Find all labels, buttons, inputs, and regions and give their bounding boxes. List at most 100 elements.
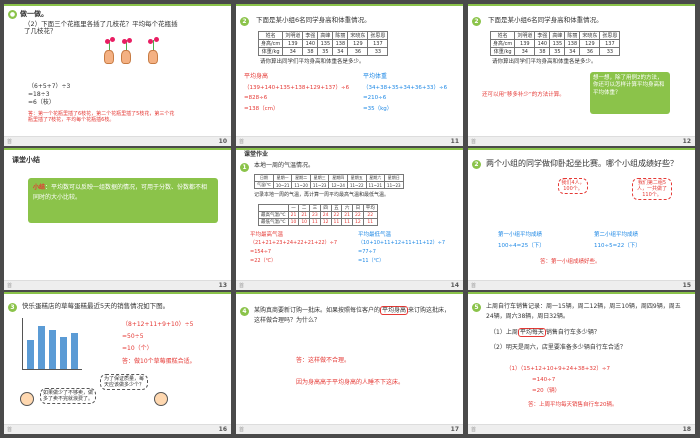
cook-illustration — [20, 392, 34, 406]
grid-cell: 10 — [298, 218, 311, 226]
footer-label: 首 — [471, 427, 477, 433]
slide-accent-bar — [236, 4, 463, 6]
slide-13[interactable]: 课堂小结 小结：平均数可以反映一组数据的情况，可用于分数、份数都不相同时的大小比… — [4, 148, 231, 290]
table-cell: 身高/cm — [489, 39, 516, 48]
question-text: 本地一周的气温情况。 — [254, 162, 315, 169]
slide-11[interactable]: 2 下面是某小组6名同学身高和体重情况。 姓名 刘明道 李强 高峰 陈丽 宋晓东… — [236, 4, 463, 146]
grid-cell: 最高气温/℃ — [258, 211, 289, 219]
speech-bubble-boy: 为了保证质量，每天应该做多少个？ — [100, 374, 148, 390]
instruction-text: 记录本地一周的气温，再计算一周平均最高气温和最低气温。 — [254, 192, 390, 198]
avg-high-head: 平均最高气温 — [250, 232, 284, 238]
table-cell: 137 — [367, 39, 389, 48]
slide-17[interactable]: 4 某购真商要新订购一批床。如果按照每位客户的 平均身高 来订购这批床，这样做合理吗… — [236, 292, 463, 434]
slide-12[interactable]: 2 下面是某小组6名同学身高和体重情况。 姓名 刘明道 李强 高峰 陈丽 宋晓东… — [468, 4, 695, 146]
table-header-cell: 李强 — [534, 31, 551, 40]
slide-footer: 首 10 — [4, 136, 231, 146]
table-header-cell: 宋晓东 — [579, 31, 601, 40]
slide-page-number: 14 — [450, 282, 459, 289]
table-cell: 12~24 — [328, 181, 348, 189]
table-header-cell: 星期五 — [346, 174, 367, 182]
slide-accent-bar — [236, 292, 463, 294]
calc-line: （1）（15+12+10+9+24+38+32）÷7 — [506, 366, 610, 372]
table-header-cell: 李强 — [302, 31, 319, 40]
slide-title: 课堂作业 — [244, 151, 269, 158]
slide-page-number: 17 — [450, 426, 459, 433]
slide-footer: 首 14 — [236, 280, 463, 290]
table-header-cell: 星期一 — [272, 174, 293, 182]
table-header-cell: 陈丽 — [564, 31, 581, 40]
question-1: （1）上周 平均每天 销售自行车多少辆？ — [490, 328, 600, 337]
grid-header-cell: 平均 — [362, 204, 378, 212]
table-cell: 138 — [564, 39, 581, 48]
slide-footer: 首 18 — [468, 424, 695, 434]
slide-18[interactable]: 5 上周自行车销售记录：周一15辆，周二12辆，周三10辆，周四9辆，周五24辆… — [468, 292, 695, 434]
temperature-grid: 一 二 三 四 五 六 日 平均 最高气温/℃ 21 21 23 24 22 2… — [258, 204, 378, 226]
table-header-cell: 星期日 — [384, 174, 404, 182]
highlight-per-day: 平均每天 — [517, 328, 546, 337]
slide-10[interactable]: ● 做一做。 （2）下面三个花瓶里各插了几枝花？平均每个花瓶插了几枝花？ （6+… — [4, 4, 231, 146]
question-number-badge: 4 — [240, 307, 249, 316]
calc-line: =20（辆） — [532, 388, 561, 394]
slide-footer: 首 13 — [4, 280, 231, 290]
table-header-cell: 刘明道 — [282, 31, 304, 40]
table-header-cell: 星期四 — [328, 174, 348, 182]
slide-footer: 首 16 — [4, 424, 231, 434]
slide-title: 两个小组的同学做仰卧起坐比赛。哪个小组成绩好些？ — [486, 159, 678, 168]
table-cell: 135 — [317, 39, 334, 48]
table-header-cell: 日期 — [254, 174, 274, 182]
calc-line: =140÷7 — [532, 377, 556, 383]
table-cell: 体重/kg — [257, 47, 284, 56]
avg-height-head: 平均身高 — [244, 73, 269, 80]
slide-footer: 首 15 — [468, 280, 695, 290]
footer-label: 首 — [239, 139, 245, 145]
bar — [38, 326, 45, 369]
grid-cell: 23 — [309, 211, 321, 219]
table-cell: 138 — [332, 39, 349, 48]
slide-page-number: 13 — [218, 282, 227, 289]
table-cell: 33 — [599, 47, 621, 56]
summary-text: ：平均数可以反映一组数据的情况，可用于分数、份数都不相同时的大小比较。 — [33, 184, 208, 201]
summary-box: 小结：平均数可以反映一组数据的情况，可用于分数、份数都不相同时的大小比较。 — [28, 178, 218, 223]
table-cell: 135 — [549, 39, 566, 48]
answer-text: 答：这样做不合理。 — [296, 357, 351, 364]
table-cell: 11~22 — [346, 181, 367, 189]
table-cell: 34 — [564, 47, 581, 56]
slide-14[interactable]: 课堂作业 1 本地一周的气温情况。 日期 星期一 星期二 星期三 星期四 星期五… — [236, 148, 463, 290]
slide-16[interactable]: 3 快乐蛋糕店的草莓蛋糕最近5天的销售情况如下图。 （8+12+11+9+10）… — [4, 292, 231, 434]
question-text: （2）下面三个花瓶里各插了几枝花？平均每个花瓶插了几枝花？ — [24, 20, 178, 36]
slide-accent-bar — [236, 148, 463, 150]
bar — [49, 330, 56, 369]
slide-accent-bar — [468, 292, 695, 294]
weather-table: 日期 星期一 星期二 星期三 星期四 星期五 星期六 星期日 气温/℃ 10~2… — [254, 174, 404, 189]
grid-cell: 22 — [330, 211, 343, 219]
vase-image — [121, 50, 131, 64]
table-cell: 139 — [282, 39, 304, 48]
table-cell: 129 — [579, 39, 601, 48]
speech-bubble-group-2: 我们第二组5人，一共做了110个。 — [632, 178, 672, 200]
bar — [60, 337, 67, 369]
speech-bubble-group-1: 我们4人，100个。 — [558, 178, 588, 194]
footer-label: 首 — [471, 139, 477, 145]
grid-cell: 10 — [287, 218, 300, 226]
table-cell: 35 — [317, 47, 334, 56]
table-header-cell: 刘明道 — [514, 31, 536, 40]
calc-line: =11（℃） — [358, 258, 385, 264]
slide-footer: 首 17 — [236, 424, 463, 434]
think-box: 想一想，除了用例2的方法，你还可以怎样计算平均身高和平均体重？ — [590, 72, 670, 114]
calc-line: =6（枝） — [28, 99, 55, 106]
slide-15[interactable]: 2 两个小组的同学做仰卧起坐比赛。哪个小组成绩好些？ 我们4人，100个。 我们… — [468, 148, 695, 290]
slide-page-number: 16 — [218, 426, 227, 433]
bar — [27, 340, 34, 369]
footer-label: 首 — [471, 283, 477, 289]
grid-cell: 11 — [309, 218, 321, 226]
prompt-text: 请你算出同学们平均身高和体重各是多少。 — [260, 59, 365, 65]
table-cell: 34 — [282, 47, 304, 56]
grid-cell: 22 — [362, 211, 378, 219]
table-cell: 体重/kg — [489, 47, 516, 56]
question-part: 某购真商要新订购一批床。如果按照每位客户的 — [254, 307, 381, 314]
question-part: 销售自行车多少辆？ — [545, 329, 600, 336]
grid-cell: 11 — [341, 218, 353, 226]
grid-header-cell — [258, 204, 289, 212]
reason-text: 因为身高高于平均身高的人睡不下这床。 — [296, 379, 405, 386]
question-number-badge: 5 — [472, 303, 481, 312]
